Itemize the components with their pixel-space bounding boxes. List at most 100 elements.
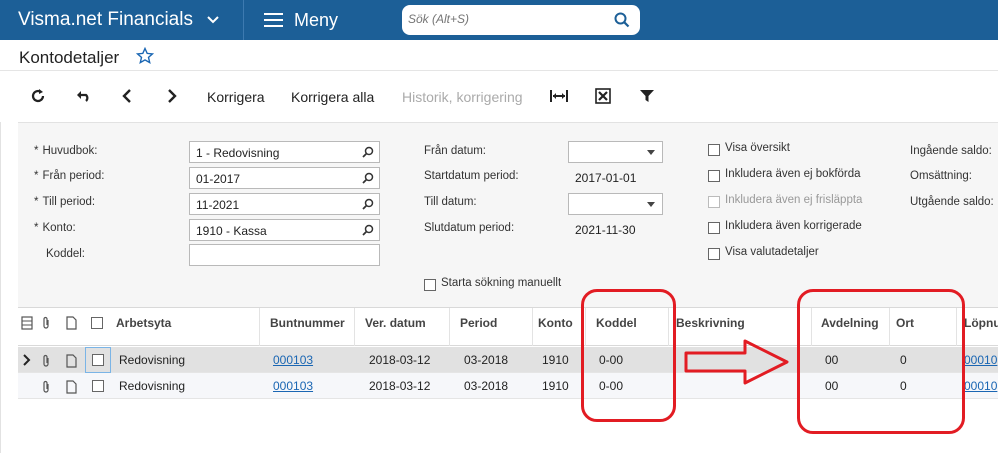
menu-button[interactable]: Meny xyxy=(294,10,338,31)
cell-ver-datum: 2018-03-12 xyxy=(369,379,431,393)
visa-oversikt-label: Visa översikt xyxy=(725,142,790,154)
divider xyxy=(0,122,1,453)
cell-arbetsyta: Redovisning xyxy=(119,379,186,393)
note-icon[interactable] xyxy=(66,380,77,397)
search-icon[interactable] xyxy=(362,172,374,187)
valutadetaljer-label: Visa valutadetaljer xyxy=(725,246,819,258)
annotation-arrow-icon xyxy=(684,339,789,385)
search-icon[interactable] xyxy=(362,198,374,213)
search-input[interactable] xyxy=(408,12,608,26)
filter-form: * Huvudbok: 1 - Redovisning * Från period:… xyxy=(18,122,998,307)
row-checkbox[interactable] xyxy=(92,354,104,366)
col-ver-datum[interactable]: Ver. datum xyxy=(365,316,426,330)
next-icon[interactable] xyxy=(165,87,179,108)
attachment-icon[interactable] xyxy=(41,316,51,333)
koddel-label: Koddel: xyxy=(46,248,86,260)
col-arbetsyta[interactable]: Arbetsyta xyxy=(116,316,171,330)
search-icon[interactable] xyxy=(362,224,374,239)
konto-field[interactable]: 1910 - Kassa xyxy=(189,219,380,241)
attachment-icon[interactable] xyxy=(41,380,51,397)
till-period-label: * Till period: xyxy=(34,196,96,208)
cell-arbetsyta: Redovisning xyxy=(119,353,186,367)
col-konto[interactable]: Konto xyxy=(538,316,573,330)
row-checkbox[interactable] xyxy=(92,380,104,392)
note-icon[interactable] xyxy=(66,354,77,371)
cell-lopnummer-link[interactable]: 00010 xyxy=(964,353,997,367)
konto-label: * Konto: xyxy=(34,222,76,234)
ej-bokforda-checkbox[interactable] xyxy=(708,170,720,182)
korrigerade-label: Inkludera även korrigerade xyxy=(725,220,862,232)
ej-frislappta-checkbox[interactable] xyxy=(708,196,720,208)
ingaende-saldo-label: Ingående saldo: xyxy=(910,145,992,157)
till-period-field[interactable]: 11-2021 xyxy=(189,193,380,215)
starta-sokning-label: Starta sökning manuellt xyxy=(441,277,562,289)
omsattning-label: Omsättning: xyxy=(910,170,972,182)
fran-period-label: * Från period: xyxy=(34,170,105,182)
cell-buntnummer-link[interactable]: 000103 xyxy=(273,353,313,367)
star-icon[interactable] xyxy=(135,46,155,68)
page-title: Kontodetaljer xyxy=(19,48,120,67)
slutdatum-value: 2021-11-30 xyxy=(575,223,636,237)
fran-period-value: 01-2017 xyxy=(196,172,241,186)
col-beskrivning[interactable]: Beskrivning xyxy=(676,316,745,330)
startdatum-value: 2017-01-01 xyxy=(575,171,637,185)
note-icon[interactable] xyxy=(66,316,77,333)
till-datum-label: Till datum: xyxy=(424,196,477,208)
ej-frislappta-label: Inkludera även ej frisläppta xyxy=(725,194,863,206)
refresh-icon[interactable] xyxy=(30,87,46,108)
historik-korrigering-button[interactable]: Historik, korrigering xyxy=(402,89,523,105)
attachment-icon[interactable] xyxy=(41,354,51,371)
visa-oversikt-checkbox[interactable] xyxy=(708,144,720,156)
huvudbok-field[interactable]: 1 - Redovisning xyxy=(189,141,380,163)
cell-konto: 1910 xyxy=(542,353,569,367)
utgaende-saldo-label: Utgående saldo: xyxy=(910,196,994,208)
hamburger-icon[interactable] xyxy=(264,13,283,27)
current-row-arrow-icon xyxy=(23,354,31,369)
col-lopnummer[interactable]: Löpnu xyxy=(964,316,998,330)
divider xyxy=(0,70,998,71)
annotation-box-avdelning-ort xyxy=(797,289,965,434)
cell-period: 03-2018 xyxy=(464,379,509,393)
startdatum-label: Startdatum period: xyxy=(424,170,519,182)
row-menu-icon[interactable] xyxy=(21,316,33,333)
korrigera-button[interactable]: Korrigera xyxy=(207,89,265,105)
starta-sokning-checkbox[interactable] xyxy=(424,279,436,291)
col-buntnummer[interactable]: Buntnummer xyxy=(270,316,345,330)
annotation-box-koddel xyxy=(581,289,676,422)
search-box[interactable] xyxy=(402,5,640,35)
export-excel-icon[interactable] xyxy=(595,87,611,108)
huvudbok-label: * Huvudbok: xyxy=(34,145,98,157)
col-period[interactable]: Period xyxy=(460,316,497,330)
korrigera-alla-button[interactable]: Korrigera alla xyxy=(291,89,374,105)
previous-icon[interactable] xyxy=(120,87,134,108)
divider xyxy=(354,308,355,346)
cell-lopnummer-link[interactable]: 00010 xyxy=(964,379,997,393)
dropdown-arrow-icon xyxy=(647,202,655,207)
cell-buntnummer-link[interactable]: 000103 xyxy=(273,379,313,393)
korrigerade-checkbox[interactable] xyxy=(708,222,720,234)
fran-period-field[interactable]: 01-2017 xyxy=(189,167,380,189)
koddel-field[interactable] xyxy=(189,244,380,266)
huvudbok-value: 1 - Redovisning xyxy=(196,146,280,160)
valutadetaljer-checkbox[interactable] xyxy=(708,248,720,260)
cell-ver-datum: 2018-03-12 xyxy=(369,353,431,367)
fran-datum-label: Från datum: xyxy=(424,145,486,157)
divider xyxy=(532,308,533,346)
filter-icon[interactable] xyxy=(639,87,655,108)
konto-value: 1910 - Kassa xyxy=(196,224,267,238)
search-icon[interactable] xyxy=(614,12,630,31)
cell-konto: 1910 xyxy=(542,379,569,393)
dropdown-arrow-icon xyxy=(647,150,655,155)
chevron-down-icon[interactable] xyxy=(206,12,220,29)
top-bar: Visma.net Financials Meny xyxy=(0,0,998,40)
till-datum-dropdown[interactable] xyxy=(568,193,663,215)
fran-datum-dropdown[interactable] xyxy=(568,141,663,163)
cell-period: 03-2018 xyxy=(464,353,509,367)
app-brand[interactable]: Visma.net Financials xyxy=(18,9,193,31)
fit-columns-icon[interactable] xyxy=(549,87,569,108)
slutdatum-label: Slutdatum period: xyxy=(424,222,515,234)
undo-icon[interactable] xyxy=(76,87,92,108)
till-period-value: 11-2021 xyxy=(196,198,240,212)
search-icon[interactable] xyxy=(362,146,374,161)
select-all-checkbox[interactable] xyxy=(91,317,103,329)
